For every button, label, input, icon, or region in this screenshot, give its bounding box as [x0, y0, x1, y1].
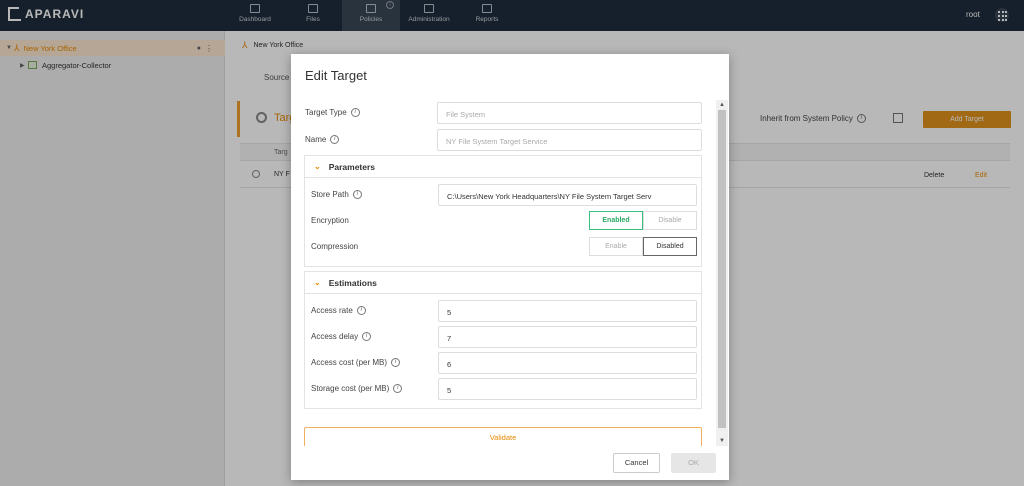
compression-toggle: Enable Disabled — [589, 237, 697, 256]
cancel-button[interactable]: Cancel — [613, 453, 660, 473]
info-icon[interactable]: i — [391, 358, 401, 367]
label-text: Name — [305, 135, 327, 144]
target-type-row: Target Type i File System — [304, 102, 704, 124]
encryption-toggle: Enabled Disable — [589, 211, 697, 230]
edit-target-dialog: Edit Target Target Type i File System Na… — [291, 54, 729, 480]
dialog-footer: Cancel OK — [291, 446, 729, 480]
access-delay-input[interactable]: 7 — [438, 326, 697, 348]
access-rate-input[interactable]: 5 — [438, 300, 697, 322]
encryption-enabled-button[interactable]: Enabled — [589, 211, 643, 230]
target-type-field: File System — [437, 102, 702, 124]
compression-label: Compression — [311, 242, 359, 251]
parameters-section: ⌄ Parameters Store Path i C:\Users\New Y… — [304, 155, 702, 267]
compression-row: Compression Enable Disabled — [305, 236, 703, 258]
info-icon[interactable]: i — [330, 135, 340, 144]
scroll-up-arrow-icon[interactable]: ▲ — [718, 101, 726, 109]
store-path-field[interactable]: C:\Users\New York Headquarters\NY File S… — [438, 184, 697, 206]
storage-cost-input[interactable]: 5 — [438, 378, 697, 400]
compression-enable-button[interactable]: Enable — [589, 237, 643, 256]
section-title: Estimations — [328, 277, 377, 288]
info-icon[interactable]: i — [362, 332, 372, 341]
encryption-row: Encryption Enabled Disable — [305, 210, 703, 232]
storage-cost-row: Storage cost (per MB) i 5 — [305, 378, 703, 400]
access-cost-label: Access cost (per MB) i — [311, 358, 401, 367]
compression-disabled-button[interactable]: Disabled — [643, 237, 697, 256]
name-label: Name i — [305, 135, 340, 144]
name-field[interactable]: NY File System Target Service — [437, 129, 702, 151]
encryption-disable-button[interactable]: Disable — [643, 211, 697, 230]
label-text: Access delay — [311, 332, 359, 341]
store-path-label: Store Path i — [311, 190, 362, 199]
dialog-body: Target Type i File System Name i NY File… — [304, 100, 716, 446]
validate-button[interactable]: Validate — [304, 427, 702, 446]
label-text: Access rate — [311, 306, 353, 315]
info-icon[interactable]: i — [356, 306, 366, 315]
parameters-header[interactable]: ⌄ Parameters — [305, 156, 701, 178]
dialog-title: Edit Target — [305, 68, 367, 83]
access-cost-row: Access cost (per MB) i 6 — [305, 352, 703, 374]
name-row: Name i NY File System Target Service — [304, 129, 704, 151]
chevron-down-icon: ⌄ — [314, 162, 321, 171]
dialog-scrollbar[interactable]: ▲ ▼ — [716, 100, 728, 446]
access-delay-row: Access delay i 7 — [305, 326, 703, 348]
access-delay-label: Access delay i — [311, 332, 372, 341]
scroll-down-arrow-icon[interactable]: ▼ — [718, 437, 726, 445]
label-text: Target Type — [305, 108, 347, 117]
chevron-down-icon: ⌄ — [314, 278, 321, 287]
target-type-label: Target Type i — [305, 108, 360, 117]
info-icon[interactable]: i — [350, 108, 360, 117]
access-rate-row: Access rate i 5 — [305, 300, 703, 322]
store-path-row: Store Path i C:\Users\New York Headquart… — [305, 184, 703, 206]
label-text: Access cost (per MB) — [311, 358, 388, 367]
estimations-header[interactable]: ⌄ Estimations — [305, 272, 701, 294]
info-icon[interactable]: i — [393, 384, 403, 393]
section-title: Parameters — [328, 161, 376, 172]
scroll-thumb[interactable] — [718, 110, 726, 428]
label-text: Store Path — [311, 190, 349, 199]
encryption-label: Encryption — [311, 216, 349, 225]
storage-cost-label: Storage cost (per MB) i — [311, 384, 403, 393]
info-icon[interactable]: i — [352, 190, 362, 199]
estimations-section: ⌄ Estimations Access rate i 5 Access del… — [304, 271, 702, 409]
ok-button[interactable]: OK — [671, 453, 716, 473]
access-rate-label: Access rate i — [311, 306, 366, 315]
label-text: Storage cost (per MB) — [311, 384, 390, 393]
access-cost-input[interactable]: 6 — [438, 352, 697, 374]
